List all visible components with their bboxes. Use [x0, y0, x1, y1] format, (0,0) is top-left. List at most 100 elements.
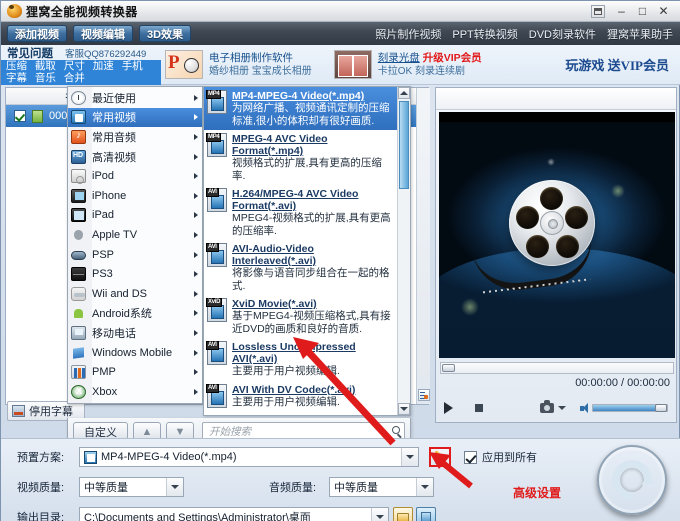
seek-thumb[interactable]	[442, 364, 455, 372]
format-title[interactable]: AVI With DV Codec(*.avi)	[232, 384, 393, 396]
chevron-down-icon[interactable]	[401, 448, 418, 466]
output-dir-combobox[interactable]: C:\Documents and Settings\Administrator\…	[79, 507, 389, 521]
format-list-item[interactable]: AVI AVI-Audio-Video Interleaved(*.avi) 将影像…	[204, 240, 397, 295]
3d-effect-button[interactable]: 3D效果	[139, 25, 192, 42]
format-title[interactable]: H.264/MPEG-4 AVC Video Format(*.avi)	[232, 188, 393, 212]
menu-item-label: Apple TV	[92, 228, 138, 241]
scroll-down-icon[interactable]	[398, 403, 410, 415]
promo-ppt-ad[interactable]: 电子相册制作软件 婚纱相册 宝宝成长相册	[161, 45, 316, 84]
minimize-button[interactable]: –	[612, 3, 631, 20]
format-description: 主要用于用户视频编辑.	[232, 365, 340, 377]
format-list-item[interactable]: MP4 MPEG-4 AVC Video Format(*.mp4) 视频格式的扩展…	[204, 130, 397, 185]
search-icon[interactable]	[392, 426, 400, 434]
promo-vip-link[interactable]: 升级VIP会员	[423, 52, 482, 64]
chevron-right-icon	[194, 231, 198, 238]
format-list-item[interactable]: AVI H.264/MPEG-4 AVC Video Format(*.avi) M…	[204, 185, 397, 240]
promo-dvd-ad[interactable]: 刻录光盘 升级VIP会员 卡拉OK 刻录连续剧	[330, 45, 486, 84]
windows-icon	[71, 346, 86, 360]
menu-item-clock[interactable]: 最近使用	[68, 88, 202, 108]
menu-item-label: PS3	[92, 268, 113, 281]
format-file-icon: MP4	[206, 133, 227, 157]
menu-item-audio[interactable]: 常用音频	[68, 127, 202, 147]
link-ppt-to-video[interactable]: PPT转换视频	[452, 26, 517, 42]
open-folder-icon[interactable]	[416, 507, 436, 521]
faq-tag-cut[interactable]: 截取	[35, 60, 56, 72]
menu-item-pmp[interactable]: PMP	[68, 362, 202, 382]
advanced-settings-button[interactable]	[429, 447, 451, 467]
wrench-icon	[434, 451, 447, 464]
volume-thumb[interactable]	[655, 404, 667, 412]
faq-tag-size[interactable]: 尺寸	[64, 60, 85, 72]
format-list-scrollbar[interactable]	[397, 87, 410, 415]
preset-combobox[interactable]: MP4-MPEG-4 Video(*.mp4)	[79, 447, 419, 467]
chevron-right-icon	[194, 329, 198, 336]
speaker-icon[interactable]	[580, 403, 589, 413]
apply-all-checkbox[interactable]: 应用到所有	[464, 449, 537, 465]
preview-screen[interactable]	[439, 112, 675, 358]
menu-item-iphone[interactable]: iPhone	[68, 186, 202, 206]
format-title[interactable]: Lossless Uncompressed AVI(*.avi)	[232, 341, 393, 365]
link-apple-assistant[interactable]: 狸窝苹果助手	[607, 26, 673, 42]
chevron-right-icon	[194, 133, 198, 140]
menu-item-ipad[interactable]: iPad	[68, 206, 202, 226]
chevron-down-icon[interactable]	[371, 508, 388, 521]
chevron-right-icon	[194, 290, 198, 297]
folder-icon[interactable]	[393, 507, 413, 521]
menu-item-android[interactable]: Android系统	[68, 304, 202, 324]
menu-item-ipod[interactable]: iPod	[68, 166, 202, 186]
camera-dropdown-icon[interactable]	[558, 406, 566, 410]
menu-item-apple[interactable]: Apple TV	[68, 225, 202, 245]
format-list-item[interactable]: AVI AVI With DV Codec(*.avi) 主要用于用户视频编辑.	[204, 381, 397, 412]
link-photo-to-video[interactable]: 照片制作视频	[375, 26, 441, 42]
chevron-down-icon[interactable]	[416, 478, 433, 496]
faq-tag-subtitle[interactable]: 字幕	[6, 72, 27, 84]
volume-slider[interactable]	[592, 404, 668, 412]
menu-item-ps3[interactable]: PS3	[68, 264, 202, 284]
promo-dvd-burn-link[interactable]: 刻录光盘	[378, 52, 420, 64]
list-options-icon[interactable]	[418, 389, 430, 401]
format-list-item[interactable]: MP4 MP4-MPEG-4 Video(*.mp4) 为网络广播、视频通讯定制的压…	[204, 87, 397, 130]
convert-button[interactable]	[597, 445, 667, 515]
format-list-item[interactable]: AVI Lossless Uncompressed AVI(*.avi) 主要用于用…	[204, 338, 397, 381]
chevron-down-icon[interactable]	[166, 478, 183, 496]
chevron-right-icon	[194, 251, 198, 258]
maximize-button[interactable]: □	[633, 3, 652, 20]
promo-game-link[interactable]: 玩游戏 送VIP会员	[565, 45, 680, 84]
menu-item-windows[interactable]: Windows Mobile	[68, 343, 202, 363]
menu-item-phone[interactable]: 移动电话	[68, 323, 202, 343]
seek-slider[interactable]	[440, 362, 674, 374]
faq-tag-music[interactable]: 音乐	[35, 72, 56, 84]
format-list-item[interactable]: XviD XviD Movie(*.avi) 基于MPEG4-视频压缩格式,具有接近…	[204, 295, 397, 338]
menu-item-hd[interactable]: 高清视频	[68, 147, 202, 167]
video-quality-combobox[interactable]: 中等质量	[79, 477, 184, 497]
faq-tag-phone[interactable]: 手机	[122, 60, 143, 72]
format-title[interactable]: AVI-Audio-Video Interleaved(*.avi)	[232, 243, 393, 267]
add-video-button[interactable]: 添加视频	[7, 25, 67, 42]
faq-tag-speed[interactable]: 加速	[93, 60, 114, 72]
row-checkbox[interactable]	[14, 110, 26, 122]
menu-item-psp[interactable]: PSP	[68, 245, 202, 265]
xbox-icon	[71, 384, 86, 399]
settings-panel: 预置方案: MP4-MPEG-4 Video(*.mp4) 应用到所有 视频质量…	[1, 438, 680, 521]
audio-quality-combobox[interactable]: 中等质量	[329, 477, 434, 497]
menu-item-video[interactable]: 常用视频	[68, 107, 202, 128]
video-edit-button[interactable]: 视频编辑	[73, 25, 133, 42]
scrollbar-thumb[interactable]	[399, 101, 409, 189]
faq-tag-merge[interactable]: 合并	[64, 72, 85, 84]
faq-tag-compress[interactable]: 压缩	[6, 60, 27, 72]
faq-tags-row-1: 压缩 截取 尺寸 加速 手机	[6, 60, 156, 73]
hd-icon	[71, 149, 86, 164]
scroll-up-icon[interactable]	[398, 87, 410, 99]
play-icon[interactable]	[444, 402, 453, 414]
menu-item-xbox[interactable]: Xbox	[68, 382, 202, 402]
link-dvd-burner[interactable]: DVD刻录软件	[529, 26, 596, 42]
camera-icon[interactable]	[540, 400, 554, 413]
format-title[interactable]: MP4-MPEG-4 Video(*.mp4)	[232, 90, 393, 102]
stop-icon[interactable]	[475, 404, 483, 412]
promo-dvd-line1: 刻录光盘 升级VIP会员	[378, 51, 482, 65]
format-title[interactable]: MPEG-4 AVC Video Format(*.mp4)	[232, 133, 393, 157]
menu-item-wii[interactable]: Wii and DS	[68, 284, 202, 304]
skin-icon[interactable]	[591, 4, 605, 18]
close-button[interactable]: ✕	[654, 3, 673, 20]
format-title[interactable]: XviD Movie(*.avi)	[232, 298, 393, 310]
